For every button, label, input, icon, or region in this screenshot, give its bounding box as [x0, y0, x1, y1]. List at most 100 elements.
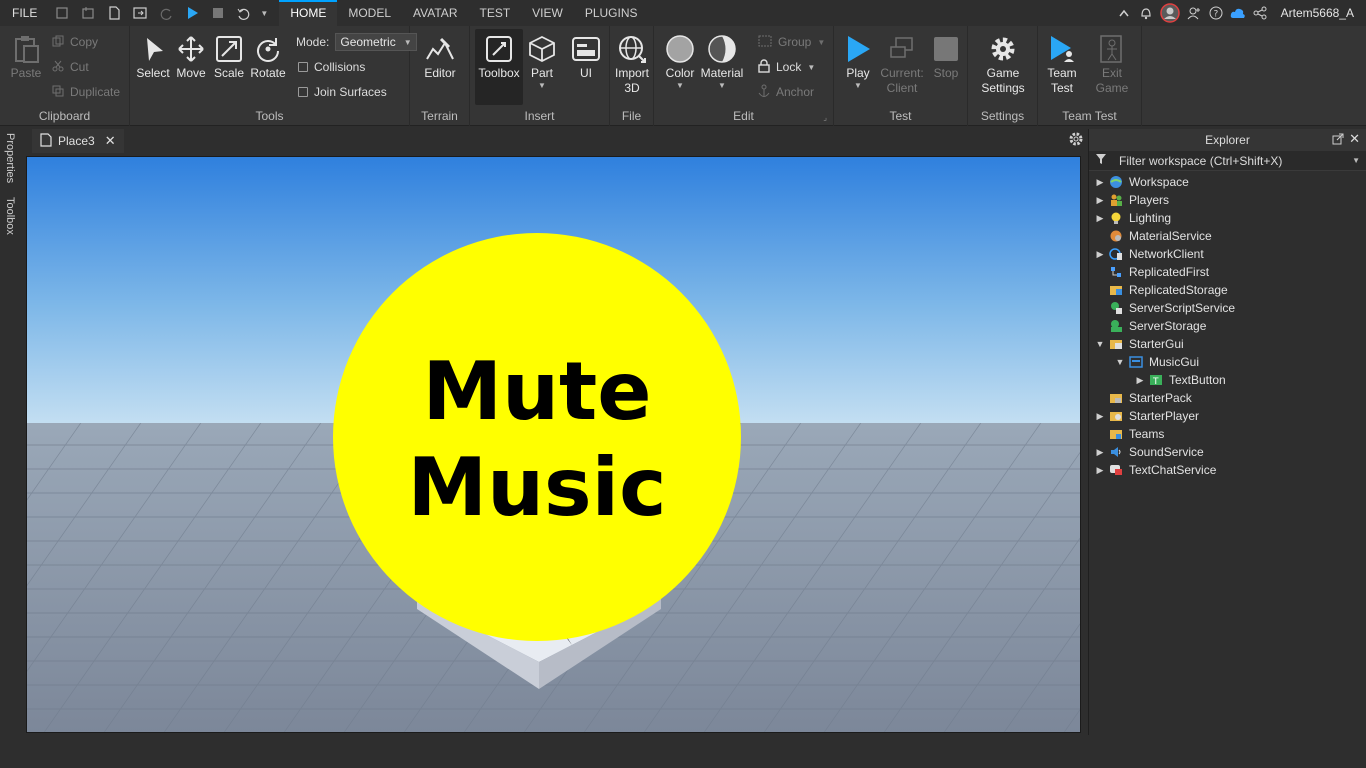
notifications-bell-icon[interactable]	[1137, 0, 1155, 26]
explorer-item-materialservice[interactable]: MaterialService	[1089, 227, 1366, 245]
join-surfaces-checkbox[interactable]: Join Surfaces	[298, 82, 387, 102]
terrain-editor-button[interactable]: Editor	[420, 32, 460, 81]
stop-button[interactable]: Stop	[926, 32, 966, 81]
duplicate-button[interactable]: Duplicate	[52, 82, 120, 102]
anchor-button[interactable]: Anchor	[758, 82, 814, 102]
explorer-item-startergui[interactable]: ▼ StarterGui	[1089, 335, 1366, 353]
join-surfaces-check-box[interactable]	[298, 87, 308, 97]
group-button[interactable]: Group ▼	[758, 32, 825, 52]
expand-arrow-icon[interactable]: ▶	[1095, 411, 1105, 421]
add-friend-icon[interactable]	[1185, 0, 1203, 26]
publish-icon[interactable]	[127, 0, 153, 26]
collapse-arrow-icon[interactable]: ▼	[1115, 357, 1125, 367]
explorer-filter-input[interactable]: Filter workspace (Ctrl+Shift+X)	[1119, 154, 1282, 168]
edit-expand-icon[interactable]: ⌟	[823, 113, 827, 122]
color-dropdown-icon[interactable]: ▼	[660, 81, 700, 90]
select-button[interactable]: Select	[133, 32, 173, 81]
explorer-item-starterpack[interactable]: StarterPack	[1089, 389, 1366, 407]
expand-arrow-icon[interactable]: ▶	[1095, 213, 1105, 223]
close-panel-icon[interactable]: ✕	[1349, 131, 1360, 147]
document-tab-place3[interactable]: Place3 ✕	[32, 127, 124, 153]
mute-music-text-button[interactable]: Mute Music	[333, 233, 741, 641]
rotate-button[interactable]: Rotate	[248, 32, 288, 81]
explorer-item-networkclient[interactable]: ▶ NetworkClient	[1089, 245, 1366, 263]
toolbox-button[interactable]: Toolbox	[478, 32, 520, 81]
explorer-item-textbutton[interactable]: ▶ T TextButton	[1089, 371, 1366, 389]
viewport-settings-gear-icon[interactable]	[1068, 131, 1084, 150]
ui-button[interactable]: UI	[566, 32, 606, 81]
properties-side-tab[interactable]: Properties	[4, 133, 16, 183]
move-button[interactable]: Move	[171, 32, 211, 81]
tab-home[interactable]: HOME	[279, 0, 338, 26]
username-label[interactable]: Artem5668_A	[1281, 6, 1354, 20]
part-dropdown-icon[interactable]: ▼	[522, 81, 562, 90]
explorer-item-workspace[interactable]: ▶ Workspace	[1089, 173, 1366, 191]
group-dropdown-icon[interactable]: ▼	[817, 38, 825, 47]
filter-dropdown-icon[interactable]: ▼	[1352, 156, 1360, 165]
part-button[interactable]: Part ▼	[522, 32, 562, 90]
material-dropdown-icon[interactable]: ▼	[700, 81, 744, 90]
explorer-item-musicgui[interactable]: ▼ MusicGui	[1089, 353, 1366, 371]
expand-arrow-icon[interactable]: ▶	[1095, 195, 1105, 205]
open-icon[interactable]	[75, 0, 101, 26]
play-button[interactable]: Play ▼	[838, 32, 878, 90]
quick-access-dropdown-icon[interactable]: ▼	[257, 0, 271, 26]
scale-button[interactable]: Scale	[209, 32, 249, 81]
close-tab-icon[interactable]: ✕	[105, 133, 116, 149]
save-icon[interactable]	[101, 0, 127, 26]
explorer-filter-bar[interactable]: Filter workspace (Ctrl+Shift+X) ▼	[1089, 151, 1366, 171]
paste-button[interactable]: Paste	[6, 32, 46, 81]
cloud-icon[interactable]	[1229, 0, 1247, 26]
copy-button[interactable]: Copy	[52, 32, 98, 52]
expand-arrow-icon[interactable]: ▶	[1135, 375, 1145, 385]
play-quick-icon[interactable]	[179, 0, 205, 26]
tab-model[interactable]: MODEL	[337, 0, 402, 26]
expand-arrow-icon[interactable]: ▶	[1095, 465, 1105, 475]
help-icon[interactable]: ?	[1207, 0, 1225, 26]
explorer-item-textchatservice[interactable]: ▶ TextChatService	[1089, 461, 1366, 479]
game-settings-button[interactable]: Game Settings	[980, 32, 1026, 96]
expand-arrow-icon[interactable]: ▶	[1095, 177, 1105, 187]
explorer-item-players[interactable]: ▶ Players	[1089, 191, 1366, 209]
lock-dropdown-icon[interactable]: ▼	[807, 63, 815, 72]
collapse-ribbon-icon[interactable]	[1115, 0, 1133, 26]
tab-avatar[interactable]: AVATAR	[402, 0, 468, 26]
expand-arrow-icon[interactable]: ▶	[1095, 447, 1105, 457]
material-button[interactable]: Material ▼	[700, 32, 744, 90]
collisions-check-box[interactable]	[298, 62, 308, 72]
cut-button[interactable]: Cut	[52, 57, 89, 77]
explorer-item-teams[interactable]: Teams	[1089, 425, 1366, 443]
explorer-item-serverstorage[interactable]: ServerStorage	[1089, 317, 1366, 335]
team-test-button[interactable]: Team Test	[1042, 32, 1082, 96]
undock-icon[interactable]	[1332, 133, 1344, 148]
mode-dropdown[interactable]: Geometric ▼	[335, 33, 417, 51]
exit-game-button[interactable]: Exit Game	[1092, 32, 1132, 96]
3d-viewport[interactable]: Mute Music	[26, 156, 1081, 733]
expand-arrow-icon[interactable]: ▶	[1095, 249, 1105, 259]
stop-quick-icon[interactable]	[205, 0, 231, 26]
undo-icon[interactable]	[231, 0, 257, 26]
explorer-item-soundservice[interactable]: ▶ SoundService	[1089, 443, 1366, 461]
current-client-button[interactable]: Current: Client	[880, 32, 924, 96]
color-button[interactable]: Color ▼	[660, 32, 700, 90]
collisions-checkbox[interactable]: Collisions	[298, 57, 365, 77]
explorer-item-starterplayer[interactable]: ▶ StarterPlayer	[1089, 407, 1366, 425]
tab-test[interactable]: TEST	[468, 0, 521, 26]
play-dropdown-icon[interactable]: ▼	[838, 81, 878, 90]
explorer-item-serverscriptservice[interactable]: ServerScriptService	[1089, 299, 1366, 317]
filter-funnel-icon[interactable]	[1095, 153, 1109, 168]
new-place-icon[interactable]	[49, 0, 75, 26]
avatar[interactable]	[1159, 0, 1181, 26]
explorer-item-lighting[interactable]: ▶ Lighting	[1089, 209, 1366, 227]
tab-view[interactable]: VIEW	[521, 0, 574, 26]
collapse-arrow-icon[interactable]: ▼	[1095, 339, 1105, 349]
tab-plugins[interactable]: PLUGINS	[574, 0, 649, 26]
explorer-item-replicatedfirst[interactable]: ReplicatedFirst	[1089, 263, 1366, 281]
toolbox-side-tab[interactable]: Toolbox	[4, 197, 16, 235]
explorer-item-replicatedstorage[interactable]: ReplicatedStorage	[1089, 281, 1366, 299]
lock-button[interactable]: Lock ▼	[758, 57, 815, 77]
import-3d-button[interactable]: Import 3D	[612, 32, 652, 96]
share-icon[interactable]	[1251, 0, 1269, 26]
file-menu[interactable]: FILE	[0, 6, 49, 20]
redo-icon[interactable]	[153, 0, 179, 26]
